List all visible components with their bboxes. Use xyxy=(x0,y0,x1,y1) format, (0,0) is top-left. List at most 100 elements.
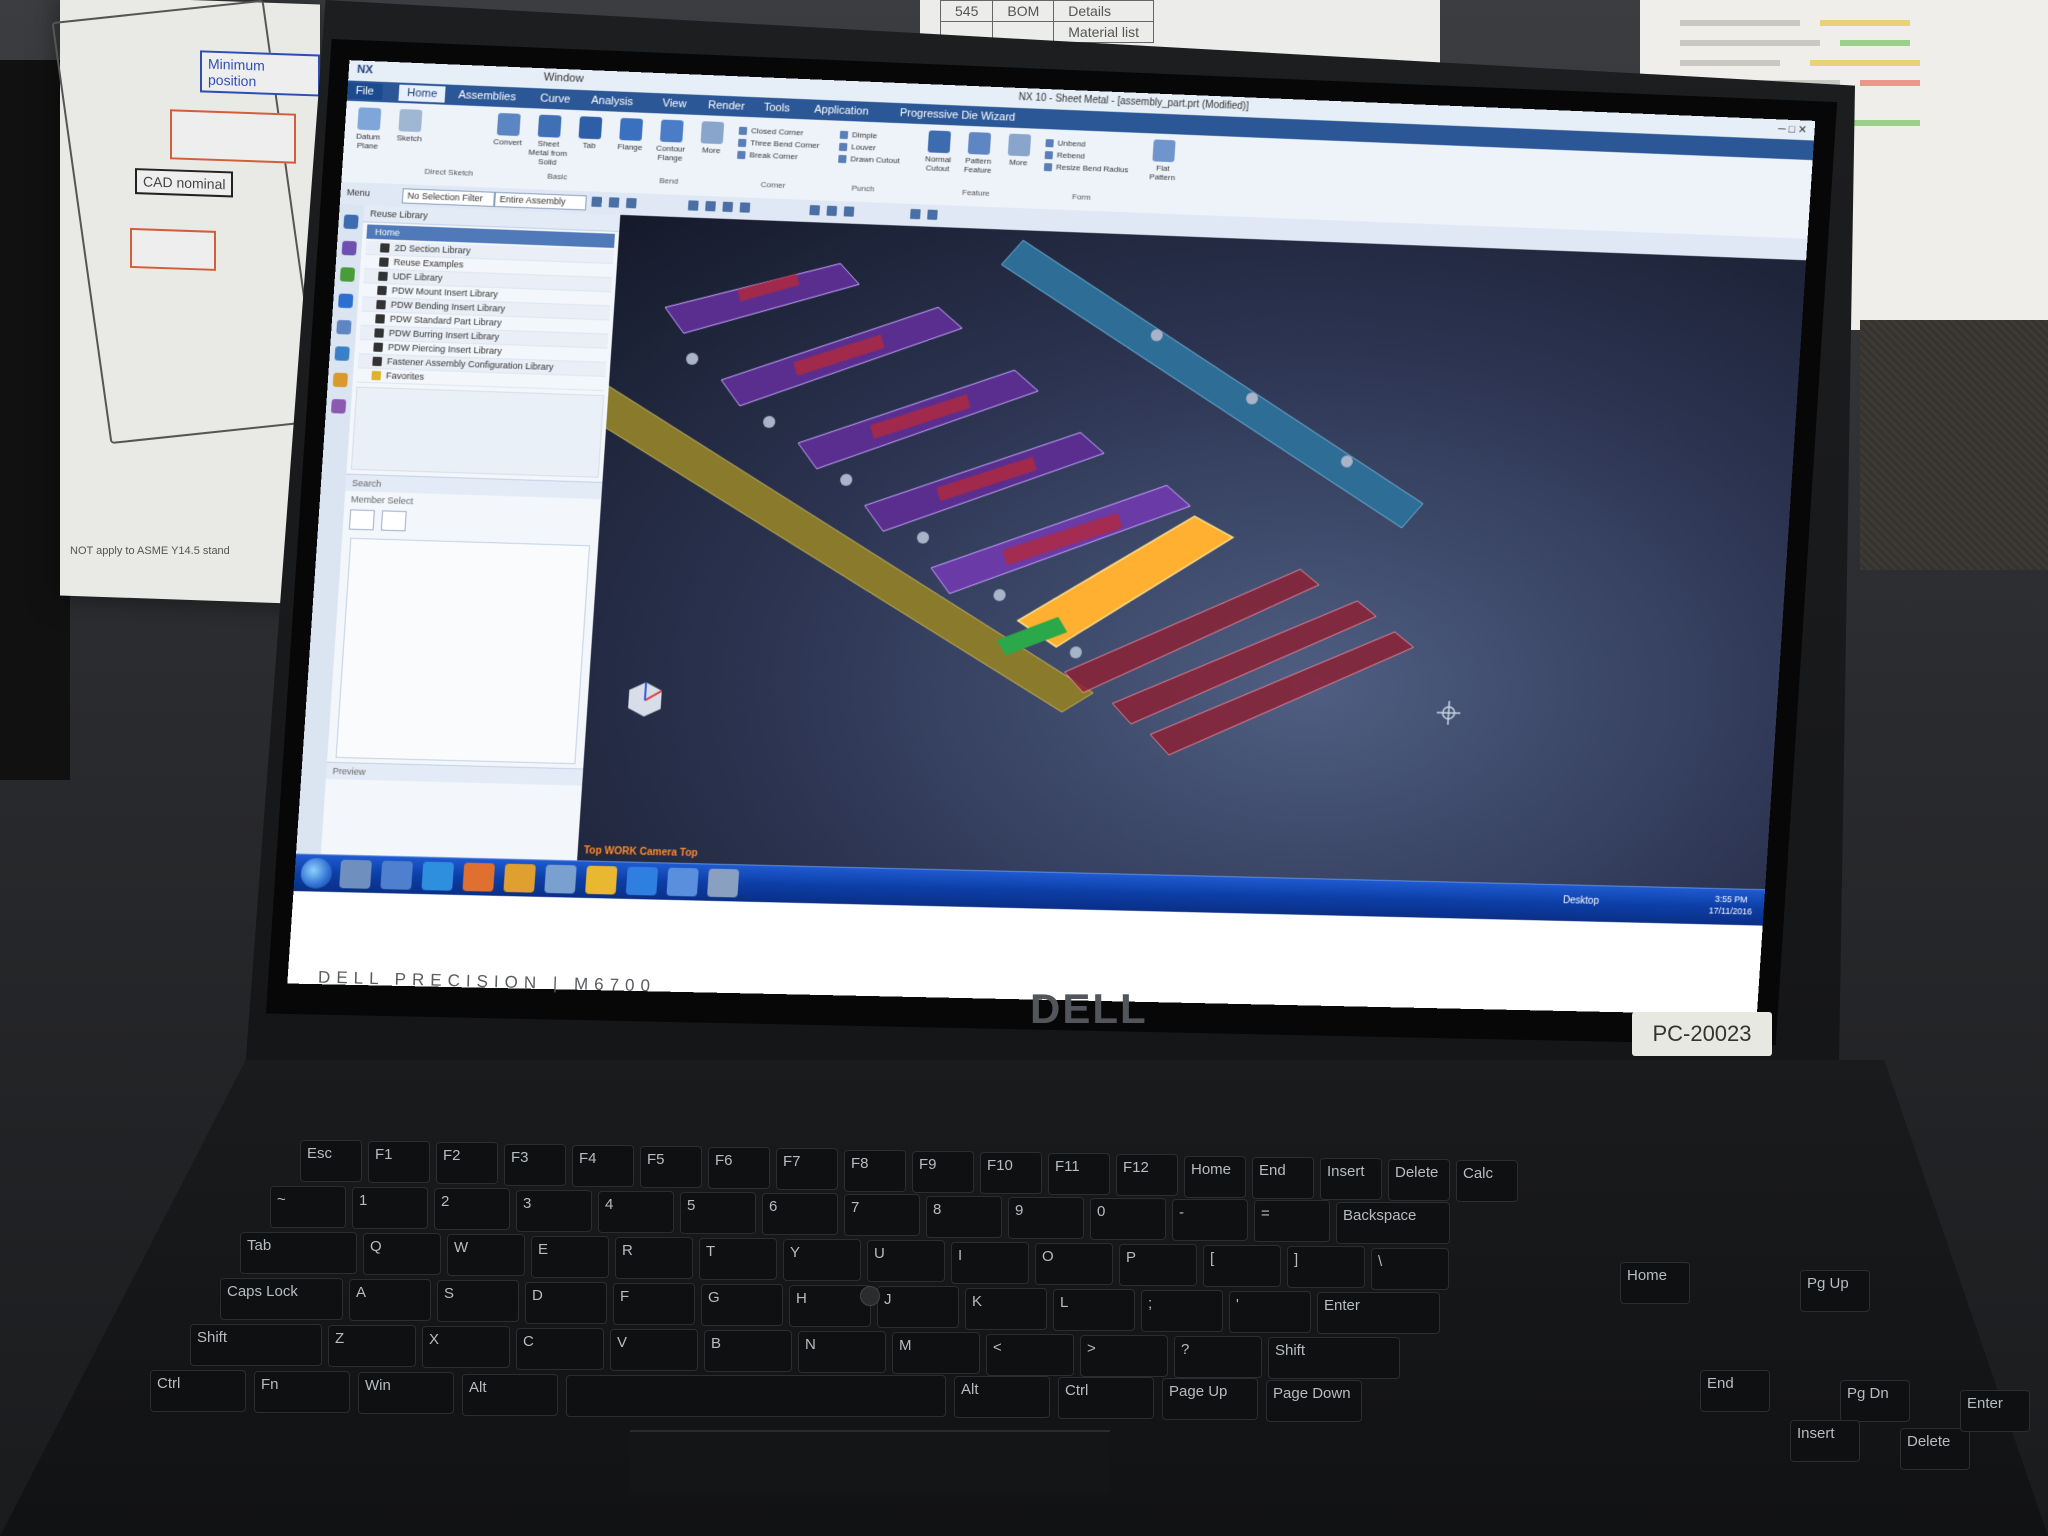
flange-button[interactable]: Flange xyxy=(610,117,651,153)
key-a[interactable]: A xyxy=(349,1279,431,1322)
view-icon[interactable] xyxy=(705,200,716,212)
form-list[interactable]: Unbend Rebend Resize Bend Radius xyxy=(1044,137,1131,176)
key--[interactable]: < xyxy=(986,1333,1074,1376)
system-clock[interactable]: 3:55 PM 17/11/2016 xyxy=(1709,893,1754,918)
key-8[interactable]: 8 xyxy=(926,1195,1002,1238)
constraint-navigator-icon[interactable] xyxy=(341,240,357,256)
contour-flange-button[interactable]: Contour Flange xyxy=(650,119,691,163)
key--[interactable]: ~ xyxy=(270,1186,346,1228)
key-page-down[interactable]: Page Down xyxy=(1266,1379,1362,1422)
key-caps-lock[interactable]: Caps Lock xyxy=(220,1278,343,1320)
assembly-navigator-icon[interactable] xyxy=(343,214,359,230)
tab-view[interactable]: View xyxy=(654,95,695,113)
key-9[interactable]: 9 xyxy=(1008,1196,1084,1239)
key-f1[interactable]: F1 xyxy=(368,1141,430,1184)
corner-list[interactable]: Closed Corner Three Bend Corner Break Co… xyxy=(737,125,821,164)
key-f10[interactable]: F10 xyxy=(980,1152,1042,1194)
folder-icon[interactable] xyxy=(585,865,618,895)
tab-button[interactable]: Tab xyxy=(570,116,611,151)
key-n[interactable]: N xyxy=(798,1331,886,1374)
desktop-toolbar[interactable]: Desktop xyxy=(1563,895,1600,907)
nx-taskbar-icon[interactable] xyxy=(666,867,699,897)
key-d[interactable]: D xyxy=(525,1281,607,1324)
tools-icon[interactable] xyxy=(380,860,414,890)
key--[interactable]: ] xyxy=(1287,1246,1365,1289)
key--[interactable]: ; xyxy=(1141,1290,1223,1332)
key-calc[interactable]: Calc xyxy=(1456,1160,1518,1203)
snap-icon[interactable] xyxy=(591,196,603,208)
reuse-library-icon[interactable] xyxy=(338,293,354,309)
render-style-icon[interactable] xyxy=(809,205,821,216)
view-icon[interactable] xyxy=(739,202,751,213)
key--[interactable]: ? xyxy=(1174,1336,1262,1378)
more-feature-button[interactable]: More xyxy=(999,133,1039,167)
view-icon[interactable] xyxy=(687,200,699,211)
system-materials-icon[interactable] xyxy=(332,372,349,388)
numpad-key-pg-up[interactable]: Pg Up xyxy=(1800,1270,1870,1312)
key-page-up[interactable]: Page Up xyxy=(1162,1378,1258,1421)
punch-list[interactable]: Dimple Louver Drawn Cutout xyxy=(838,129,902,168)
break-corner-item[interactable]: Break Corner xyxy=(737,149,819,164)
key--[interactable]: = xyxy=(1254,1200,1330,1243)
key-space[interactable] xyxy=(566,1374,946,1417)
key-f6[interactable]: F6 xyxy=(708,1147,770,1190)
key-6[interactable]: 6 xyxy=(762,1193,838,1236)
tab-analysis[interactable]: Analysis xyxy=(583,92,642,110)
key-l[interactable]: L xyxy=(1053,1288,1135,1331)
key--[interactable]: - xyxy=(1172,1199,1248,1242)
key-e[interactable]: E xyxy=(531,1235,609,1278)
pattern-feature-button[interactable]: Pattern Feature xyxy=(958,131,999,176)
key-insert[interactable]: Insert xyxy=(1320,1158,1382,1200)
key-w[interactable]: W xyxy=(447,1234,525,1277)
key-1[interactable]: 1 xyxy=(352,1187,428,1230)
filter-icon[interactable] xyxy=(380,510,407,532)
view-icon[interactable] xyxy=(722,201,734,213)
key-i[interactable]: I xyxy=(951,1241,1029,1284)
chrome-icon[interactable] xyxy=(503,863,536,893)
key-tab[interactable]: Tab xyxy=(240,1232,357,1274)
key-x[interactable]: X xyxy=(422,1326,510,1369)
key-ctrl[interactable]: Ctrl xyxy=(1058,1377,1154,1420)
snap-icon[interactable] xyxy=(625,197,637,209)
key-f8[interactable]: F8 xyxy=(844,1149,906,1192)
key-delete[interactable]: Delete xyxy=(1388,1159,1450,1202)
key-f9[interactable]: F9 xyxy=(912,1150,974,1193)
numpad-key-enter[interactable]: Enter xyxy=(1960,1390,2030,1432)
part-navigator-icon[interactable] xyxy=(339,267,356,282)
key--[interactable]: [ xyxy=(1203,1245,1281,1288)
key-c[interactable]: C xyxy=(516,1327,604,1370)
numpad-key-end[interactable]: End xyxy=(1700,1370,1770,1412)
orient-icon[interactable] xyxy=(927,209,938,220)
tab-render[interactable]: Render xyxy=(699,97,753,115)
key-fn[interactable]: Fn xyxy=(254,1371,350,1414)
sheet-metal-from-solid-button[interactable]: Sheet Metal from Solid xyxy=(528,114,570,167)
key-alt[interactable]: Alt xyxy=(462,1373,558,1416)
key-shift[interactable]: Shift xyxy=(190,1324,322,1366)
tab-tools[interactable]: Tools xyxy=(755,99,798,117)
orient-icon[interactable] xyxy=(910,208,921,220)
key-home[interactable]: Home xyxy=(1184,1155,1246,1198)
key-q[interactable]: Q xyxy=(363,1233,441,1276)
key-f2[interactable]: F2 xyxy=(436,1142,498,1185)
normal-cutout-button[interactable]: Normal Cutout xyxy=(918,130,959,174)
roles-icon[interactable] xyxy=(330,398,347,414)
key-s[interactable]: S xyxy=(437,1280,519,1323)
key-esc[interactable]: Esc xyxy=(300,1140,362,1182)
member-list-box[interactable] xyxy=(335,537,591,765)
app-icon[interactable] xyxy=(544,864,577,894)
key-0[interactable]: 0 xyxy=(1090,1198,1166,1240)
key-f4[interactable]: F4 xyxy=(572,1144,634,1187)
more-bend-button[interactable]: More xyxy=(692,121,733,156)
touchpad-buttons[interactable] xyxy=(630,1430,1110,1492)
view-mode-dropdown[interactable] xyxy=(348,509,375,531)
hd3d-tools-icon[interactable] xyxy=(336,319,352,335)
selection-filter-dropdown[interactable]: No Selection Filter xyxy=(401,188,496,207)
drawn-cutout-item[interactable]: Drawn Cutout xyxy=(838,153,900,167)
key--[interactable]: ' xyxy=(1229,1291,1311,1334)
key--[interactable]: > xyxy=(1080,1334,1168,1377)
convert-button[interactable]: Convert xyxy=(488,112,529,148)
history-icon[interactable] xyxy=(334,346,350,361)
datum-plane-button[interactable]: Datum Plane xyxy=(348,107,390,151)
internet-explorer-icon[interactable] xyxy=(421,861,455,891)
key-enter[interactable]: Enter xyxy=(1317,1292,1440,1335)
